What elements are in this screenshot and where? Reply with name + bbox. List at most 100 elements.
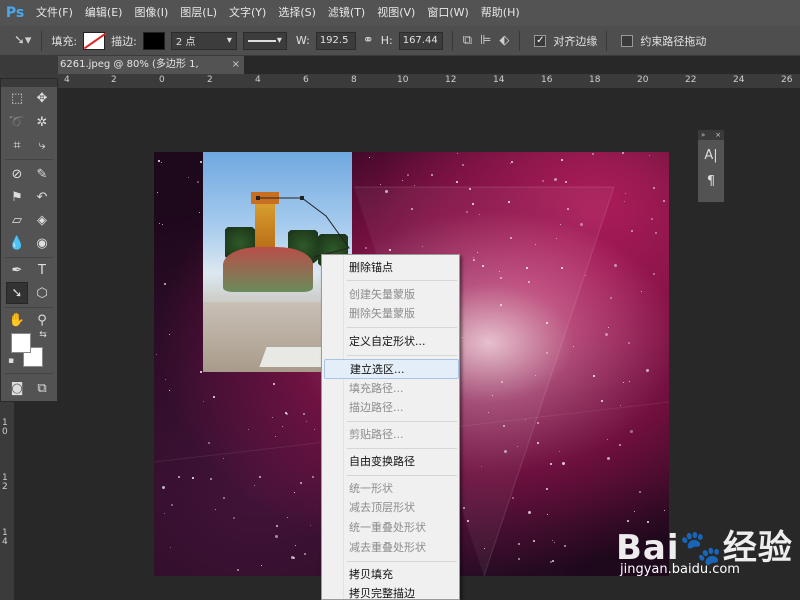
- ruler-label: 22: [685, 75, 697, 85]
- menu-item-delete-vector-mask[interactable]: 删除矢量蒙版: [324, 304, 459, 324]
- menu-window[interactable]: 窗口(W): [421, 0, 474, 26]
- panel-header[interactable]: » ×: [698, 130, 724, 140]
- history-brush-tool-icon[interactable]: ↶: [31, 186, 53, 208]
- eraser-tool-icon[interactable]: ▱: [6, 209, 28, 231]
- menu-type[interactable]: 文字(Y): [223, 0, 272, 26]
- quick-mask-icon[interactable]: ◙: [6, 377, 28, 399]
- menu-file[interactable]: 文件(F): [30, 0, 79, 26]
- menu-item-free-transform-path[interactable]: 自由变换路径: [324, 452, 459, 472]
- height-label: H:: [380, 34, 393, 47]
- menu-item-fill-path[interactable]: 填充路径...: [324, 379, 459, 399]
- divider: [5, 257, 53, 258]
- menu-item-define-custom-shape[interactable]: 定义自定形状...: [324, 332, 459, 352]
- ruler-label: 18: [589, 75, 601, 85]
- stroke-type-dropdown[interactable]: ▾: [242, 31, 287, 50]
- shape-tool-icon[interactable]: ⬡: [31, 282, 53, 304]
- paint-bucket-tool-icon[interactable]: ◈: [31, 209, 53, 231]
- ruler-label: 1 4: [2, 528, 8, 547]
- ruler-label: 10: [397, 75, 409, 85]
- zoom-tool-icon[interactable]: ⚲: [31, 309, 53, 331]
- tools-panel: ⬚ ✥ ➰ ✲ ⌗ ⤷ ⊘ ✎ ⚑ ↶ ▱ ◈ 💧 ◉ ✒ T ➘ ⬡ ✋ ⚲ …: [0, 78, 58, 402]
- menu-layer[interactable]: 图层(L): [174, 0, 223, 26]
- stroke-size-dropdown[interactable]: 2 点 ▾: [170, 31, 237, 50]
- ruler-label: 4: [64, 75, 70, 85]
- menu-item-copy-stroke[interactable]: 拷贝完整描边: [324, 584, 459, 600]
- path-selection-icon[interactable]: ➘: [6, 282, 28, 304]
- chevron-down-icon: ▾: [276, 35, 282, 46]
- menu-image[interactable]: 图像(I): [128, 0, 174, 26]
- path-anchor-point[interactable]: [256, 196, 260, 200]
- menu-item-stroke-path[interactable]: 描边路径...: [324, 398, 459, 418]
- paragraph-panel-icon[interactable]: ¶: [700, 170, 722, 192]
- move-tool-icon[interactable]: ✥: [31, 87, 53, 109]
- menu-bar: Ps 文件(F) 编辑(E) 图像(I) 图层(L) 文字(Y) 选择(S) 滤…: [0, 0, 800, 26]
- document-tab[interactable]: 6261.jpeg @ 80% (多边形 1, RGB/8#) * ×: [58, 56, 244, 88]
- foreground-color-swatch[interactable]: [11, 333, 31, 353]
- lasso-tool-icon[interactable]: ➰: [6, 111, 28, 133]
- brush-tool-icon[interactable]: ✎: [31, 163, 53, 185]
- eyedropper-tool-icon[interactable]: ⤷: [31, 134, 53, 156]
- ruler-label: 20: [637, 75, 649, 85]
- default-colors-icon[interactable]: ▪: [5, 355, 17, 367]
- fill-swatch[interactable]: [83, 31, 106, 50]
- stroke-line-icon: [247, 39, 276, 42]
- menu-item-clipping-path[interactable]: 剪贴路径...: [324, 425, 459, 445]
- align-edges-checkbox[interactable]: ✓: [534, 34, 547, 47]
- crop-tool-icon[interactable]: ⌗: [6, 134, 28, 156]
- menu-edit[interactable]: 编辑(E): [79, 0, 129, 26]
- width-field[interactable]: 192.5: [315, 31, 356, 50]
- type-tool-icon[interactable]: T: [31, 259, 53, 281]
- menu-view[interactable]: 视图(V): [371, 0, 421, 26]
- close-icon[interactable]: ×: [715, 130, 721, 140]
- divider: [347, 421, 457, 422]
- constrain-path-checkbox[interactable]: [621, 34, 634, 47]
- stroke-swatch[interactable]: [142, 31, 165, 50]
- pen-tool-icon[interactable]: ✒: [6, 259, 28, 281]
- healing-brush-tool-icon[interactable]: ⊘: [6, 163, 28, 185]
- divider: [5, 159, 53, 160]
- dodge-tool-icon[interactable]: ◉: [31, 232, 53, 254]
- path-operations-icon[interactable]: ⧉: [463, 33, 472, 48]
- menu-item-unite-shapes[interactable]: 统一形状: [324, 479, 459, 499]
- ruler-label: 16: [541, 75, 553, 85]
- height-field[interactable]: 167.44: [398, 31, 443, 50]
- clone-stamp-tool-icon[interactable]: ⚑: [6, 186, 28, 208]
- character-panel-icon[interactable]: A|: [700, 144, 722, 166]
- menu-filter[interactable]: 滤镜(T): [322, 0, 371, 26]
- divider: [5, 307, 53, 308]
- ruler-label: 1 2: [2, 473, 8, 492]
- menu-item-subtract-front-shape[interactable]: 减去顶层形状: [324, 498, 459, 518]
- menu-item-delete-anchor[interactable]: 删除锚点: [324, 258, 459, 278]
- menu-item-subtract-overlap[interactable]: 减去重叠处形状: [324, 538, 459, 558]
- ruler-label: 2: [207, 75, 213, 85]
- close-icon[interactable]: ×: [232, 56, 240, 74]
- tools-panel-header[interactable]: [1, 79, 57, 87]
- divider: [347, 475, 457, 476]
- magic-wand-tool-icon[interactable]: ✲: [31, 111, 53, 133]
- screen-mode-icon[interactable]: ⧉: [31, 377, 53, 399]
- menu-item-create-vector-mask[interactable]: 创建矢量蒙版: [324, 285, 459, 305]
- swap-colors-icon[interactable]: ⇆: [37, 329, 49, 341]
- context-menu: 删除锚点 创建矢量蒙版 删除矢量蒙版 定义自定形状... 建立选区... 填充路…: [321, 254, 460, 600]
- path-selection-tool-preset-icon[interactable]: ➘▾: [14, 33, 31, 48]
- watermark-url: jingyan.baidu.com: [620, 562, 740, 577]
- blur-tool-icon[interactable]: 💧: [6, 232, 28, 254]
- path-alignment-icon[interactable]: ⊫: [480, 33, 491, 48]
- chevron-down-icon: ▾: [226, 35, 232, 46]
- link-icon[interactable]: ⚭: [363, 33, 374, 48]
- menu-select[interactable]: 选择(S): [272, 0, 322, 26]
- menu-item-unite-overlap[interactable]: 统一重叠处形状: [324, 518, 459, 538]
- expand-icon[interactable]: »: [701, 130, 705, 140]
- menu-help[interactable]: 帮助(H): [475, 0, 526, 26]
- divider: [519, 30, 521, 51]
- panel-strip: [0, 56, 58, 74]
- path-anchor-point[interactable]: [300, 196, 304, 200]
- divider: [347, 280, 457, 281]
- stroke-label: 描边:: [111, 34, 137, 48]
- hand-tool-icon[interactable]: ✋: [6, 309, 28, 331]
- menu-item-copy-fill[interactable]: 拷贝填充: [324, 565, 459, 585]
- marquee-tool-icon[interactable]: ⬚: [6, 87, 28, 109]
- divider: [41, 30, 43, 51]
- menu-item-make-selection[interactable]: 建立选区...: [324, 359, 459, 379]
- path-arrangement-icon[interactable]: ⬖: [499, 33, 509, 48]
